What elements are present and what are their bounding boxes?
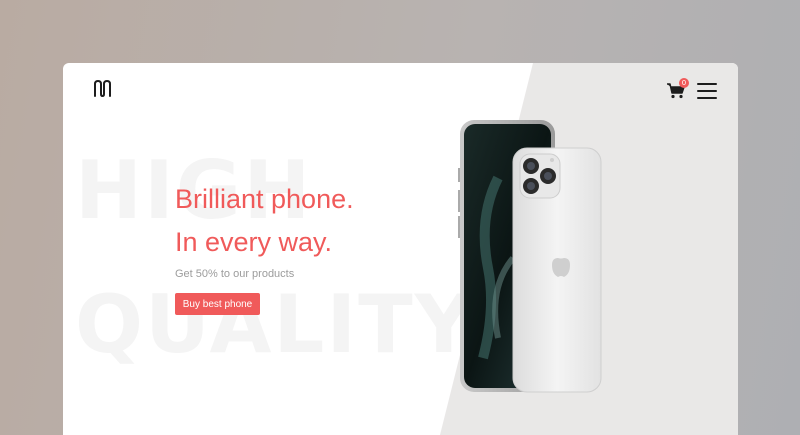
cart-count-badge: 0 (679, 78, 689, 88)
gray-slanted-panel (438, 63, 738, 435)
hero-headline-line1: Brilliant phone. (175, 184, 354, 214)
buy-best-phone-button[interactable]: Buy best phone (175, 293, 260, 315)
hero-subtext: Get 50% to our products (175, 268, 295, 280)
hero-headline-line2: In every way. (175, 227, 333, 257)
iphone-product-image (458, 120, 602, 393)
landing-card: HIGH QUALITY 0 Brilliant phone. In every… (63, 63, 738, 435)
m-logo-icon[interactable] (93, 80, 111, 98)
hamburger-menu-icon[interactable] (697, 83, 717, 99)
background-word-quality: QUALITY (75, 278, 475, 371)
